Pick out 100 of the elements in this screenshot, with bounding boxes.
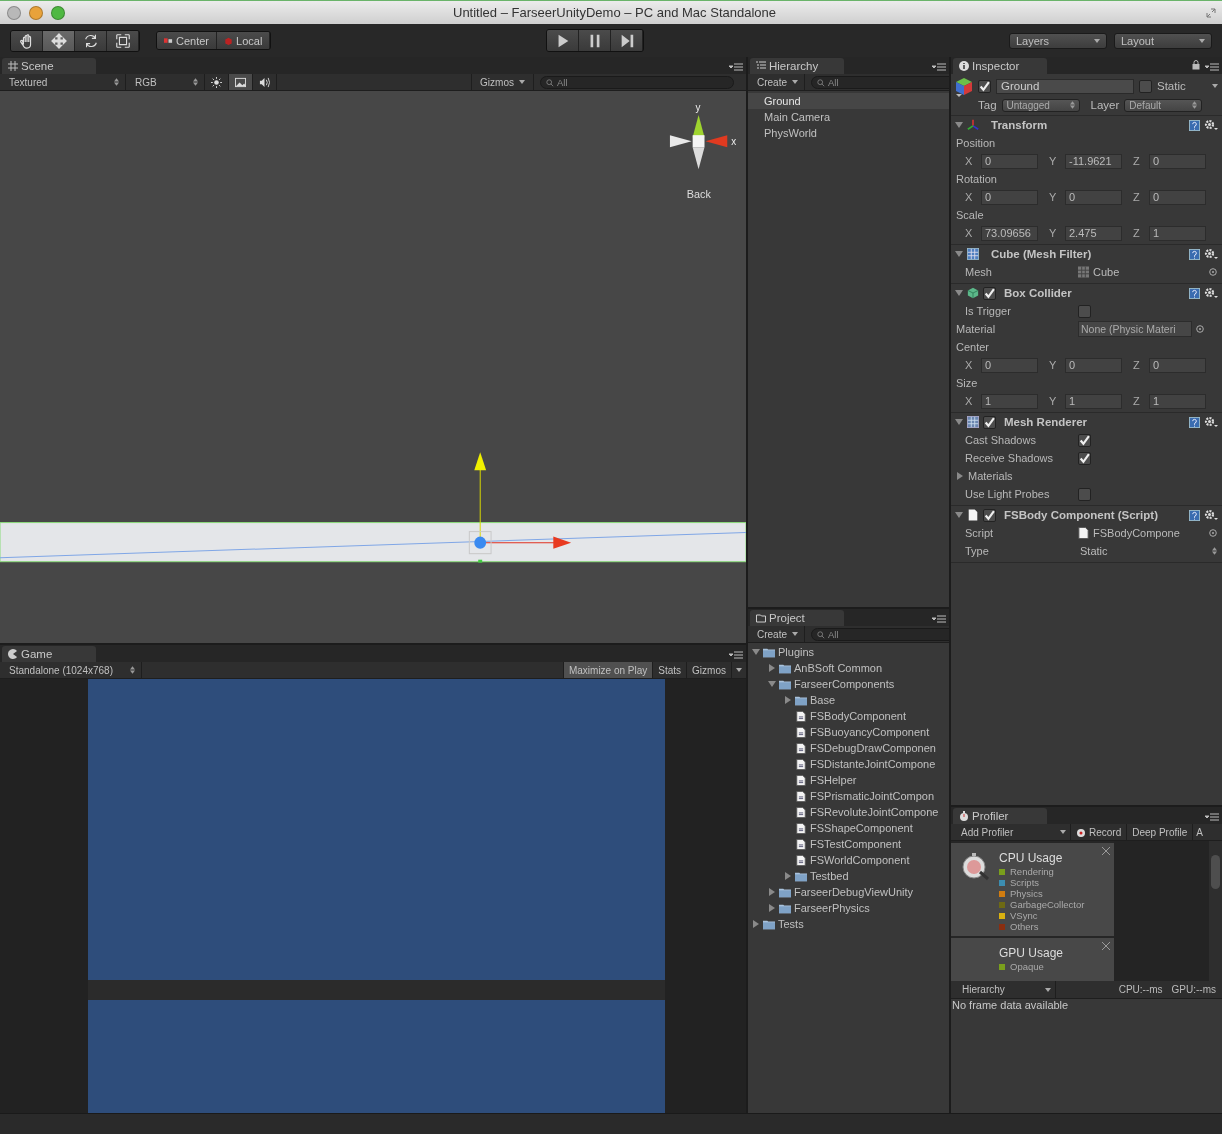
folder-name[interactable]: AnBSoft Common — [794, 662, 883, 674]
help-icon[interactable] — [1189, 287, 1200, 299]
type-dropdown[interactable]: Static — [1078, 545, 1217, 557]
foldout-arrow-icon[interactable] — [752, 920, 760, 928]
fullscreen-icon[interactable] — [1206, 7, 1216, 18]
close-button[interactable] — [7, 5, 21, 20]
foldout-arrow-icon[interactable] — [955, 250, 963, 258]
number-field[interactable]: 1 — [1149, 393, 1206, 409]
foldout-arrow-icon[interactable] — [768, 904, 776, 912]
search-field[interactable]: All — [811, 627, 949, 641]
foldout-arrow-icon[interactable] — [768, 664, 776, 672]
step-button[interactable] — [611, 30, 644, 51]
settings-icon[interactable] — [1204, 416, 1218, 428]
help-icon[interactable] — [1189, 119, 1200, 131]
script-name[interactable]: FSWorldComponent — [810, 854, 910, 866]
script-name[interactable]: FSHelper — [810, 774, 857, 786]
scale-tool-button[interactable] — [107, 30, 139, 51]
foldout-arrow-icon[interactable] — [768, 888, 776, 896]
deep-profile-button[interactable]: Deep Profile — [1127, 824, 1194, 840]
checkbox[interactable] — [983, 286, 996, 300]
search-field[interactable]: All — [811, 75, 949, 89]
help-icon[interactable] — [1189, 248, 1200, 260]
gizmos-dropdown[interactable]: Gizmos — [471, 74, 534, 90]
scene-tab[interactable]: Scene — [2, 58, 96, 74]
foldout-arrow-icon[interactable] — [784, 696, 792, 704]
settings-icon[interactable] — [1204, 509, 1218, 521]
script-name[interactable]: FSDistanteJointCompone — [810, 758, 936, 770]
number-field[interactable]: 1 — [1065, 393, 1122, 409]
number-field[interactable]: 0 — [1065, 357, 1122, 373]
resolution-dropdown[interactable]: Standalone (1024x768) — [0, 662, 142, 678]
move-tool-button[interactable] — [43, 30, 75, 51]
game-tab[interactable]: Game — [2, 646, 96, 662]
image-toggle[interactable] — [229, 74, 253, 90]
create-dropdown[interactable]: Create — [748, 74, 805, 90]
checkbox[interactable] — [983, 415, 996, 429]
number-field[interactable]: 1 — [1149, 225, 1206, 241]
panel-menu-icon[interactable] — [932, 615, 946, 623]
layout-dropdown[interactable]: Layout — [1114, 32, 1212, 49]
checkbox[interactable] — [1078, 433, 1091, 447]
folder-name[interactable]: Tests — [778, 918, 804, 930]
help-icon[interactable] — [1189, 509, 1200, 521]
folder-name[interactable]: FarseerPhysics — [794, 902, 870, 914]
profiler-tab[interactable]: Profiler — [953, 808, 1047, 824]
settings-icon[interactable] — [1204, 248, 1218, 260]
object-picker-icon[interactable] — [1196, 325, 1204, 333]
settings-icon[interactable] — [1204, 287, 1218, 299]
folder-name[interactable]: FarseerDebugViewUnity — [794, 886, 914, 898]
hierarchy-item[interactable]: Ground — [748, 93, 949, 109]
number-field[interactable]: 0 — [981, 357, 1038, 373]
property-label[interactable]: Materials — [968, 470, 1086, 482]
folder-name[interactable]: Plugins — [778, 646, 815, 658]
object-name-field[interactable]: Ground — [996, 78, 1134, 94]
number-field[interactable]: 0 — [1149, 357, 1206, 373]
number-field[interactable]: 0 — [981, 189, 1038, 205]
panel-menu-icon[interactable] — [729, 63, 743, 71]
tag-dropdown[interactable]: Untagged — [1001, 98, 1080, 112]
script-name[interactable]: FSPrismaticJointCompon — [810, 790, 935, 802]
number-field[interactable]: 1 — [981, 393, 1038, 409]
project-tab[interactable]: Project — [750, 610, 844, 626]
number-field[interactable]: 0 — [1149, 153, 1206, 169]
game-toggle[interactable]: Stats — [652, 662, 687, 678]
object-picker-icon[interactable] — [1209, 529, 1217, 537]
checkbox[interactable] — [1139, 79, 1152, 93]
layers-dropdown[interactable]: Layers — [1009, 32, 1107, 49]
checkbox[interactable] — [1078, 304, 1091, 318]
orientation-gizmo[interactable] — [669, 115, 728, 170]
object-picker-icon[interactable] — [1209, 268, 1217, 276]
view-dropdown[interactable]: Hierarchy — [951, 981, 1056, 998]
move-gizmo[interactable] — [468, 452, 572, 563]
panel-menu-icon[interactable] — [932, 63, 946, 71]
checkbox[interactable] — [1078, 451, 1091, 465]
close-icon[interactable] — [1102, 847, 1110, 855]
script-reference[interactable]: FSBodyCompone — [1093, 527, 1180, 539]
object-field[interactable]: None (Physic Materi — [1078, 321, 1192, 337]
number-field[interactable]: 0 — [981, 153, 1038, 169]
close-icon[interactable] — [1102, 942, 1110, 950]
inspector-tab[interactable]: Inspector — [953, 58, 1047, 74]
pivot-local-button[interactable]: Local — [217, 32, 271, 49]
panel-menu-icon[interactable] — [1205, 63, 1219, 71]
zoom-button[interactable] — [51, 5, 65, 20]
caret-icon[interactable] — [1212, 84, 1218, 88]
hierarchy-item[interactable]: Main Camera — [748, 109, 949, 125]
hierarchy-item[interactable]: PhysWorld — [748, 125, 949, 141]
pause-button[interactable] — [579, 30, 612, 51]
color-mode-dropdown[interactable]: RGB — [126, 74, 205, 90]
number-field[interactable]: -11.9621 — [1065, 153, 1122, 169]
number-field[interactable]: 2.475 — [1065, 225, 1122, 241]
checkbox[interactable] — [1078, 487, 1091, 501]
mesh-reference[interactable]: Cube — [1093, 266, 1120, 278]
settings-icon[interactable] — [1204, 119, 1218, 131]
scrollbar[interactable] — [1209, 841, 1222, 981]
profiler-toolbar-button[interactable]: A — [1193, 824, 1206, 840]
foldout-arrow-icon[interactable] — [955, 418, 963, 426]
foldout-arrow-icon[interactable] — [955, 511, 963, 519]
maximize-toggle[interactable]: Maximize on Play — [562, 662, 653, 678]
render-mode-dropdown[interactable]: Textured — [0, 74, 126, 90]
create-dropdown[interactable]: Create — [748, 626, 805, 642]
folder-name[interactable]: Testbed — [810, 870, 849, 882]
checkbox[interactable] — [983, 508, 996, 522]
foldout-arrow-icon[interactable] — [955, 121, 963, 129]
